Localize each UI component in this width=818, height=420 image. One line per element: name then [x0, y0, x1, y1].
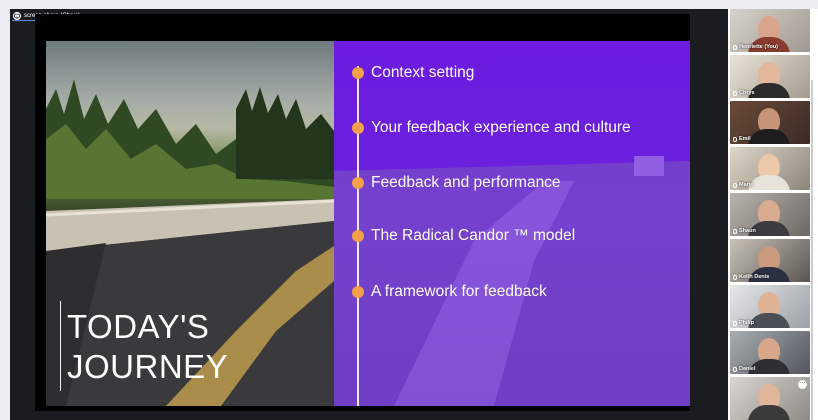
- agenda-bullet: [352, 122, 364, 134]
- gallery-scrollbar[interactable]: [811, 80, 813, 420]
- mic-icon: [733, 228, 737, 234]
- agenda-item-4: The Radical Candor ™ model: [371, 227, 576, 244]
- agenda-item-2: Your feedback experience and culture: [371, 119, 631, 136]
- agenda-bullet: [352, 230, 364, 242]
- agenda-panel: [334, 41, 690, 406]
- mic-icon: [733, 320, 737, 326]
- mic-icon: [733, 90, 737, 96]
- mic-icon: [733, 182, 737, 188]
- screen-share-icon: [13, 11, 21, 20]
- participant-tile[interactable]: Philip: [730, 285, 810, 328]
- agenda-item-3: Feedback and performance: [371, 174, 561, 191]
- mic-icon: [733, 274, 737, 280]
- agenda-item-5: A framework for feedback: [371, 283, 547, 300]
- agenda-bullet: [352, 67, 364, 79]
- participant-tile[interactable]: ···: [730, 377, 810, 420]
- participant-name: Henriette (You): [739, 44, 779, 50]
- participant-name: Keith Denis: [739, 274, 770, 280]
- mic-icon: [733, 136, 737, 142]
- participant-name: Chrys: [739, 90, 755, 96]
- participant-tile[interactable]: Shaun: [730, 193, 810, 236]
- video-call-window: screen share (Chrys) ··· TODAY'S JOURNEY: [0, 0, 818, 420]
- participant-tile[interactable]: Keith Denis: [730, 239, 810, 282]
- mic-icon: [733, 44, 737, 50]
- more-options-icon[interactable]: ···: [798, 380, 807, 389]
- agenda-item-1: Context setting: [371, 64, 475, 81]
- agenda-bullet: [352, 286, 364, 298]
- mic-icon: [733, 366, 737, 372]
- title-accent-bar: [60, 301, 61, 391]
- participant-name: Emil: [739, 136, 751, 142]
- participant-name: Philip: [739, 320, 754, 326]
- participant-tile[interactable]: Marie: [730, 147, 810, 190]
- participant-tile-active-speaker[interactable]: Chrys: [730, 55, 810, 98]
- participant-gallery: Henriette (You) Chrys Emil Marie Shaun K…: [728, 9, 818, 420]
- road-photo: TODAY'S JOURNEY: [46, 41, 334, 406]
- agenda-bullet: [352, 177, 364, 189]
- participant-name: Marie: [739, 182, 754, 188]
- slide-title-line2: JOURNEY: [67, 348, 229, 385]
- slide-title-line1: TODAY'S: [67, 308, 210, 345]
- participant-name: Shaun: [739, 228, 756, 234]
- participant-tile[interactable]: Emil: [730, 101, 810, 144]
- participant-tile[interactable]: Henriette (You): [730, 9, 810, 52]
- presentation-slide: TODAY'S JOURNEY Context setting Your fee…: [46, 41, 690, 406]
- participant-tile[interactable]: Daniel: [730, 331, 810, 374]
- participant-name: Daniel: [739, 366, 756, 372]
